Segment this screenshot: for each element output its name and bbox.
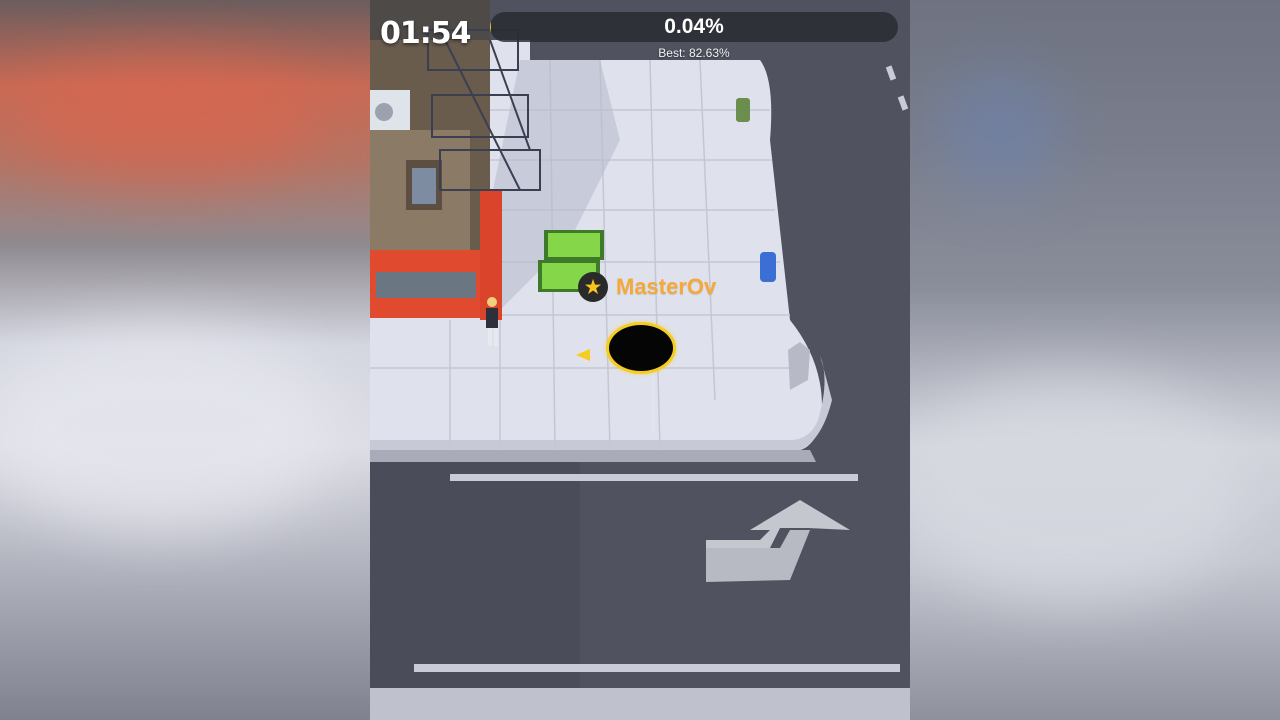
lane-line — [450, 474, 858, 481]
mailbox — [760, 252, 776, 282]
trash-can — [736, 98, 750, 122]
player-tag: ★ MasterOv — [578, 272, 716, 302]
progress-bar: 0.04% — [490, 12, 898, 42]
best-score: Best: 82.63% — [658, 46, 730, 60]
lamp-post — [652, 368, 655, 432]
blurred-background-left — [0, 0, 370, 720]
player-name: MasterOv — [616, 274, 717, 299]
game-viewport[interactable]: 01:54 0.04% Best: 82.63% ★ MasterOv — [370, 0, 910, 720]
lane-line — [414, 664, 900, 672]
direction-arrow-icon — [576, 349, 590, 361]
progress-percent: 0.04% — [664, 15, 724, 38]
countdown-timer: 01:54 — [380, 16, 472, 51]
star-icon: ★ — [578, 272, 608, 302]
planter — [548, 233, 600, 257]
player-hole[interactable] — [606, 322, 676, 374]
blurred-background-right — [910, 0, 1280, 720]
